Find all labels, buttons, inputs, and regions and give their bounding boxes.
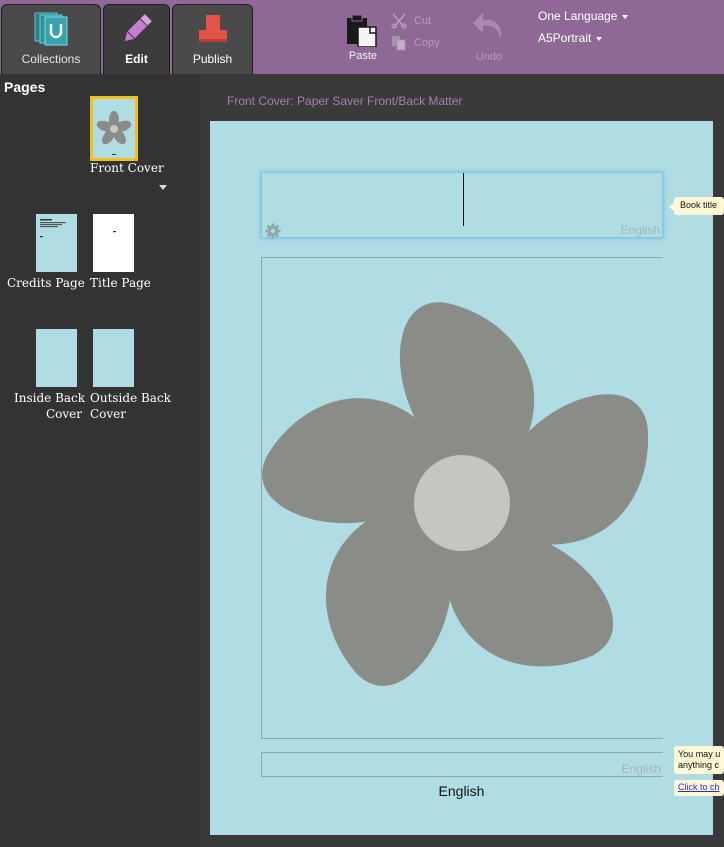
page-caption-title: Title Page [90,276,151,290]
clipboard-icon [346,13,380,50]
tab-collections-label: Collections [21,52,81,66]
page-breadcrumb: Front Cover: Paper Saver Front/Back Matt… [227,94,463,108]
page-size-dropdown-label: A5Portrait [538,31,592,45]
cover-image-container[interactable] [261,257,663,739]
page-size-dropdown[interactable]: A5Portrait [538,31,603,45]
editor-area: Front Cover: Paper Saver Front/Back Matt… [200,74,724,847]
pencil-icon [119,11,155,51]
page-caption-inside-back-line1: Inside Back [14,391,86,405]
collections-icon [31,11,71,51]
undo-icon [471,10,507,47]
credits-text-lines [40,219,66,238]
page-thumbnail-title[interactable] [93,214,134,272]
flower-thumbnail [96,111,132,155]
page-menu-chevron-icon[interactable] [159,185,167,190]
copy-label: Copy [414,37,440,49]
page-caption-front-cover: Front Cover [90,161,164,175]
gear-icon[interactable] [265,223,281,243]
tab-publish-label: Publish [192,52,233,66]
page-caption-outside-back-line1: Outside Back [90,391,171,405]
credits-hint-link[interactable]: Click to ch [674,780,724,796]
book-title-hint-text: Book title [680,200,718,210]
language-dropdown-label: One Language [538,9,618,23]
paste-button[interactable]: Paste [338,10,388,68]
book-title-field[interactable]: English [261,172,663,239]
page-caption-inside-back-line2: Cover [46,407,83,421]
undo-button[interactable]: Undo [466,10,512,68]
tab-edit[interactable]: Edit [103,4,170,74]
scissors-icon [391,13,407,32]
tab-publish[interactable]: Publish [172,4,253,74]
page-caption-outside-back-line2: Cover [90,407,127,421]
book-title-hint-bubble: Book title [669,197,724,215]
pages-panel: Pages Front Cover Credits Page Title Pag… [0,74,200,847]
language-dropdown[interactable]: One Language [538,9,629,23]
flower-image [262,302,649,686]
credits-field-language: English [621,762,661,776]
title-page-mark [113,231,116,233]
top-toolbar: Collections Edit Publish Paste Cut Copy … [0,0,724,74]
chevron-down-icon [596,36,603,41]
cover-credits-field[interactable]: English [261,752,663,777]
copy-icon [391,35,407,54]
title-field-language: English [620,223,660,237]
front-cover-page: English English English [210,121,713,835]
page-language-label: English [438,783,485,799]
page-thumbnail-outside-back-cover[interactable] [93,329,134,387]
page-thumbnail-credits[interactable] [36,214,77,272]
undo-label: Undo [475,51,503,63]
paste-label: Paste [348,50,378,62]
credits-hint-line2: anything c [678,760,720,770]
pages-title: Pages [4,79,46,95]
tab-edit-label: Edit [125,52,148,66]
text-cursor [463,173,464,226]
credits-hint-bubble: You may u anything c [674,746,724,774]
cut-label: Cut [414,15,432,27]
tab-collections[interactable]: Collections [1,4,101,74]
page-thumbnail-inside-back-cover[interactable] [36,329,77,387]
credits-hint-line1: You may u [678,749,721,759]
publish-icon [195,11,231,51]
chevron-down-icon [622,14,629,19]
page-thumbnail-front-cover[interactable] [90,96,138,161]
page-caption-credits: Credits Page [7,276,85,290]
